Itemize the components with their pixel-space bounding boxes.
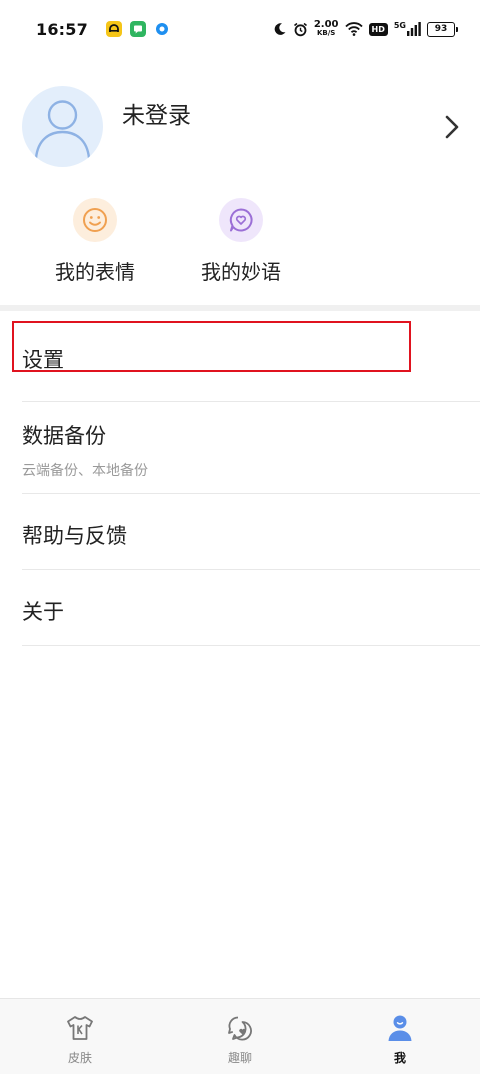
default-user-icon [34,100,91,159]
quotes-icon-circle [219,198,263,242]
browser-notification-icon [154,21,170,37]
menu-item-about[interactable]: 关于 [22,570,480,646]
login-status[interactable]: 未登录 [122,96,191,130]
menu-item-title: 帮助与反馈 [22,524,127,548]
nav-tab-chat[interactable]: 趣聊 [200,1013,280,1066]
battery-indicator: 93 [427,21,458,37]
chevron-right-icon[interactable] [442,114,462,140]
moon-icon [274,23,286,35]
nav-tab-me[interactable]: 我 [360,1013,440,1066]
profile-header[interactable]: 未登录 [22,86,462,168]
net-speed: 2.00 KB/S [314,20,339,38]
user-icon [388,1015,412,1041]
nav-label-chat: 趣聊 [227,1051,252,1065]
status-right: 2.00 KB/S HD 5G 93 [273,20,458,38]
avatar[interactable] [22,86,103,167]
battery-cap [456,26,458,32]
quick-actions: 我的表情 我的妙语 [0,198,480,288]
menu-item-title: 设置 [22,348,64,372]
menu-item-title: 关于 [22,600,64,624]
settings-menu: 设置 数据备份 云端备份、本地备份 帮助与反馈 关于 [0,311,480,646]
signal-icon [407,22,421,36]
battery-level: 93 [427,21,455,37]
nav-label-me: 我 [393,1051,406,1065]
smiley-icon [83,208,107,232]
status-bar: 16:57 2.00 KB/S HD 5G 93 [0,0,480,58]
app-notification-icon [105,21,122,37]
my-quotes-label: 我的妙语 [201,260,281,284]
notification-icons [105,21,170,37]
network-type-label: 5G [393,21,406,30]
menu-item-data-backup[interactable]: 数据备份 云端备份、本地备份 [22,402,480,494]
my-quotes-button[interactable]: 我的妙语 [181,198,301,285]
emoji-icon-circle [73,198,117,242]
message-notification-icon [129,21,146,37]
nav-tab-skin[interactable]: 皮肤 [40,1013,120,1066]
status-time: 16:57 [36,19,88,39]
my-emoji-button[interactable]: 我的表情 [35,198,155,285]
nav-label-skin: 皮肤 [67,1051,92,1065]
bottom-nav: 皮肤 趣聊 我 [0,998,480,1074]
net-speed-unit: KB/S [316,29,336,37]
tshirt-icon [67,1016,93,1040]
alarm-icon [293,22,307,36]
menu-item-settings[interactable]: 设置 [22,311,480,402]
wifi-icon [344,22,363,36]
menu-item-help-feedback[interactable]: 帮助与反馈 [22,494,480,570]
menu-item-subtitle: 云端备份、本地备份 [22,463,148,479]
heart-chat-icon [229,208,253,232]
signal-group: 5G [394,22,421,36]
my-emoji-label: 我的表情 [55,260,135,284]
net-speed-value: 2.00 [313,19,339,30]
hd-badge: HD [368,22,388,36]
menu-item-title: 数据备份 [22,424,106,448]
heart-bubble-icon [228,1016,252,1041]
